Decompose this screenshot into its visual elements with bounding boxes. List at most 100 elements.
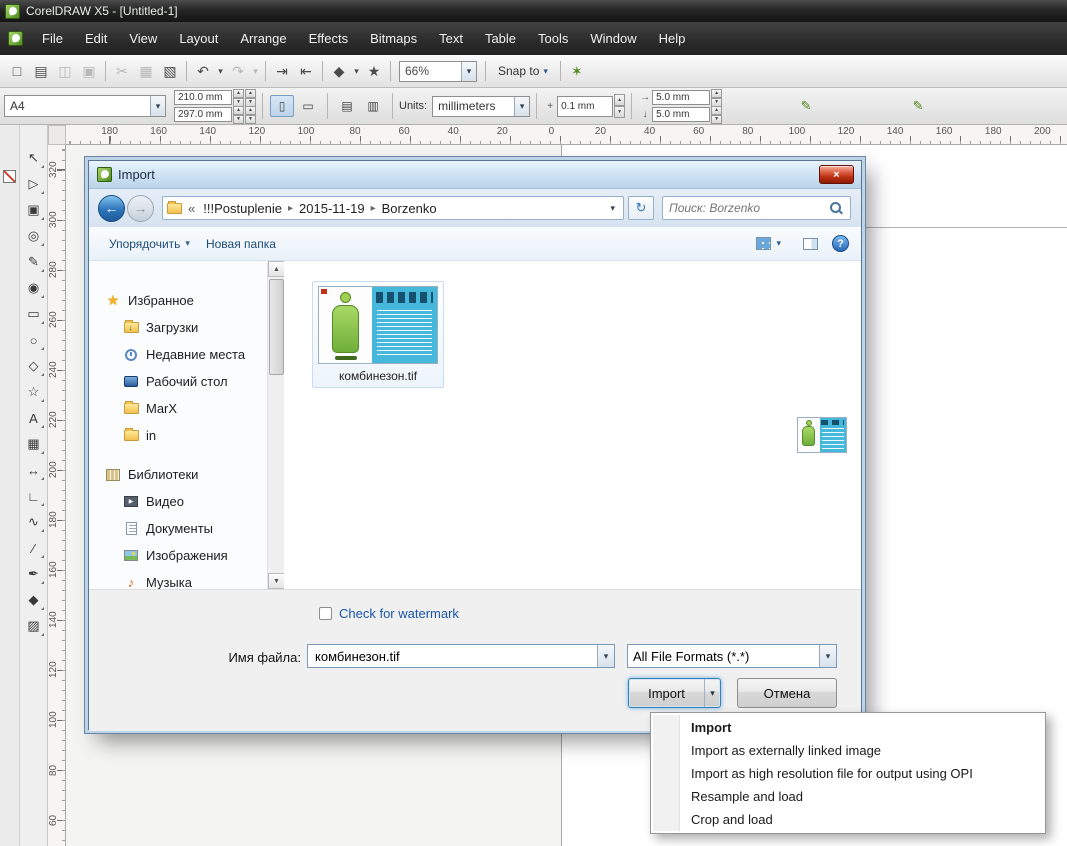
filename-combo[interactable]: комбинезон.tif ▾ <box>307 644 615 668</box>
dimension-tool[interactable]: ↔ <box>23 459 45 481</box>
menu-item[interactable]: View <box>118 25 168 52</box>
smart-fill-tool[interactable]: ◉ <box>23 277 45 299</box>
open-button[interactable]: ▤ <box>29 59 53 83</box>
menu-item-import[interactable]: Import <box>653 716 1043 739</box>
menu-item-resample-and-load[interactable]: Resample and load <box>653 785 1043 808</box>
file-item[interactable]: комбинезон.tif <box>312 281 444 388</box>
help-button[interactable]: ? <box>832 235 849 252</box>
page-width-spinner[interactable]: 210.0 mm ▲▼ ▲▼ <box>174 90 256 105</box>
check-for-watermark-checkbox[interactable] <box>319 607 332 620</box>
breadcrumb-segment[interactable]: 2015-11-19 <box>295 201 369 216</box>
file-list[interactable]: комбинезон.tif <box>284 261 861 589</box>
import-button[interactable]: ⇥ <box>270 59 294 83</box>
sidebar-item-music[interactable]: ♪ Музыка <box>89 569 267 589</box>
sidebar-item-pictures[interactable]: Изображения <box>89 542 267 569</box>
menu-item-import-opi[interactable]: Import as high resolution file for outpu… <box>653 762 1043 785</box>
menu-item[interactable]: Arrange <box>229 25 297 52</box>
application-launcher-arrow[interactable]: ▾ <box>351 59 362 83</box>
import-split-button[interactable]: Import ▾ <box>628 678 721 708</box>
menu-item[interactable]: Effects <box>298 25 360 52</box>
chevron-down-icon[interactable]: ▾ <box>606 203 619 214</box>
snap-to-dropdown[interactable]: Snap to ▾ <box>490 64 556 78</box>
spinner-arrows[interactable]: ▲▼ <box>711 89 722 107</box>
ellipse-tool[interactable]: ○ <box>23 329 45 351</box>
sidebar-item-documents[interactable]: Документы <box>89 515 267 542</box>
menu-item[interactable]: File <box>31 25 74 52</box>
cut-button[interactable]: ✂ <box>110 59 134 83</box>
new-document-button[interactable]: □ <box>5 59 29 83</box>
spinner-arrows[interactable]: ▲▼ <box>711 106 722 124</box>
blend-tool[interactable]: ∿ <box>23 511 45 533</box>
nudge-offset-spinner[interactable]: 0.1 mm ▲▼ <box>557 99 625 114</box>
chevron-right-icon[interactable]: ▸ <box>286 203 295 214</box>
menu-item[interactable]: Window <box>579 25 647 52</box>
freehand-tool[interactable]: ✎ <box>23 251 45 273</box>
search-box[interactable] <box>662 196 851 220</box>
coreldraw-app-icon[interactable] <box>8 31 23 46</box>
zoom-tool[interactable]: ◎ <box>23 225 45 247</box>
preview-pane-icon[interactable] <box>803 238 818 250</box>
search-input[interactable] <box>663 201 830 215</box>
breadcrumb-segment[interactable]: !!!Postuplenie <box>199 201 286 216</box>
menu-item[interactable]: Bitmaps <box>359 25 428 52</box>
vertical-ruler[interactable]: 3203002802602402202001801601401201008060 <box>48 145 66 846</box>
current-page-button[interactable]: ▥ <box>361 95 385 117</box>
separator[interactable] <box>322 61 323 81</box>
spinner-arrows[interactable]: ▲▼ <box>233 106 244 124</box>
eyedropper-tool[interactable]: ∕ <box>23 537 45 559</box>
copy-button[interactable]: ▦ <box>134 59 158 83</box>
basic-shapes-tool[interactable]: ☆ <box>23 381 45 403</box>
redo-button[interactable]: ↷ <box>226 59 250 83</box>
menu-item[interactable]: Layout <box>168 25 229 52</box>
application-launcher-button[interactable]: ◆ <box>327 59 351 83</box>
spinner-arrows[interactable]: ▲▼ <box>245 106 256 124</box>
watermark-label[interactable]: Check for watermark <box>339 606 459 621</box>
pick-tool[interactable]: ↖ <box>23 147 45 169</box>
organize-dropdown[interactable]: Упорядочить ▾ <box>101 233 198 255</box>
zoom-level-combo[interactable]: 66% ▾ <box>399 61 477 82</box>
connector-tool[interactable]: ∟ <box>23 485 45 507</box>
shape-tool[interactable]: ▷ <box>23 173 45 195</box>
ruler-origin-button[interactable] <box>48 125 66 145</box>
crop-tool[interactable]: ▣ <box>23 199 45 221</box>
chevron-down-icon[interactable]: ▾ <box>461 62 476 81</box>
import-button[interactable]: Import <box>629 686 704 701</box>
page-size-combo[interactable]: A4 ▾ <box>4 95 166 117</box>
sidebar-item-in[interactable]: in <box>89 422 267 449</box>
chevron-down-icon[interactable]: ▾ <box>819 645 836 667</box>
sidebar-scrollbar[interactable]: ▲ ▼ <box>267 261 284 589</box>
duplicate-y-value[interactable]: 5.0 mm <box>652 107 710 122</box>
units-combo[interactable]: millimeters ▾ <box>432 96 530 117</box>
rectangle-tool[interactable]: ▭ <box>23 303 45 325</box>
close-button[interactable]: × <box>819 165 854 184</box>
scroll-up-icon[interactable]: ▲ <box>268 261 285 277</box>
horizontal-ruler[interactable]: 1801601401201008060402002040608010012014… <box>66 125 1067 145</box>
menu-item[interactable]: Help <box>648 25 697 52</box>
scroll-down-icon[interactable]: ▼ <box>268 573 285 589</box>
duplicate-distance-y-spinner[interactable]: ↓ 5.0 mm ▲▼ <box>638 107 722 122</box>
export-button[interactable]: ⇤ <box>294 59 318 83</box>
page-width-value[interactable]: 210.0 mm <box>174 90 232 105</box>
breadcrumb-overflow-chevron[interactable]: « <box>188 201 195 216</box>
file-format-combo[interactable]: All File Formats (*.*) ▾ <box>627 644 837 668</box>
chevron-right-icon[interactable]: ▸ <box>369 203 378 214</box>
spinner-arrows[interactable]: ▲▼ <box>233 89 244 107</box>
text-tool[interactable]: A <box>23 407 45 429</box>
sidebar-item-videos[interactable]: ▶ Видео <box>89 488 267 515</box>
sidebar-item-favorites[interactable]: ★ Избранное <box>89 287 267 314</box>
breadcrumb-segment[interactable]: Borzenko <box>378 201 441 216</box>
options-button[interactable]: ✶ <box>565 59 589 83</box>
dialog-title-bar[interactable]: Import × <box>89 161 861 189</box>
duplicate-x-value[interactable]: 5.0 mm <box>652 90 710 105</box>
save-button[interactable]: ◫ <box>53 59 77 83</box>
undo-button[interactable]: ↶ <box>191 59 215 83</box>
sidebar-item-recent-places[interactable]: Недавние места <box>89 341 267 368</box>
cancel-button[interactable]: Отмена <box>737 678 837 708</box>
paste-button[interactable]: ▧ <box>158 59 182 83</box>
separator[interactable] <box>265 61 266 81</box>
change-view-dropdown[interactable]: ▾ <box>748 233 789 254</box>
page-height-value[interactable]: 297.0 mm <box>174 107 232 122</box>
print-button[interactable]: ▣ <box>77 59 101 83</box>
sidebar-item-downloads[interactable]: Загрузки <box>89 314 267 341</box>
new-folder-button[interactable]: Новая папка <box>198 233 284 255</box>
